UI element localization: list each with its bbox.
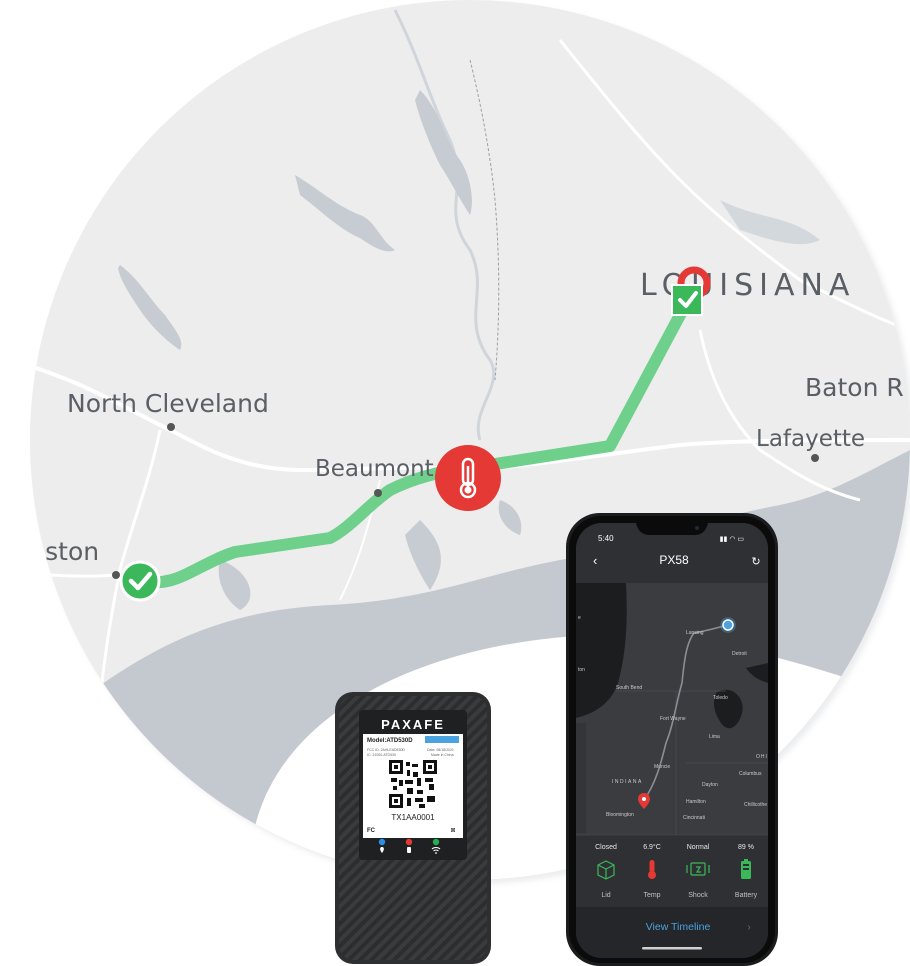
houston-dot (112, 571, 120, 579)
phone-map-label-indiana: INDIANA (612, 779, 643, 785)
stat-battery-value: 89 % (738, 844, 754, 851)
phone-map-label-edge-2: ton (578, 667, 585, 673)
device-origin: Made in China (431, 753, 454, 757)
phone-map-label-cincinnati: Cincinnati (683, 815, 705, 821)
phone-map-label-edge-1: e (578, 615, 581, 621)
smartphone: 5:40 ▮▮ ◠ ▭ ‹ PX58 ↻ Lansing Detroit Sou… (566, 513, 778, 966)
map-label-baton: Baton R (805, 373, 904, 402)
led-green (432, 838, 440, 846)
signal-icons: ▮▮ ◠ ▭ (720, 536, 744, 543)
stat-battery-label: Battery (735, 892, 758, 899)
refresh-icon[interactable]: ↻ (751, 556, 760, 568)
qr-code (389, 760, 437, 808)
origin-check-icon[interactable] (119, 560, 161, 602)
lafayette-dot (811, 454, 819, 462)
phone-map-label-lima: Lima (709, 734, 720, 740)
map-label-beaumont: Beaumont (315, 456, 434, 482)
battery-small-icon (407, 847, 411, 853)
temperature-alert-icon[interactable] (435, 445, 501, 511)
beaumont-dot (374, 489, 382, 497)
phone-map-label-hamilton: Hamilton (686, 799, 706, 805)
stat-lid-value: Closed (595, 844, 617, 851)
weee-bin-icon: ⊠ (450, 827, 455, 834)
phone-map-label-ohio: OHI (756, 754, 768, 760)
device-model: Model:ATD530D (367, 738, 413, 744)
phone-map-label-toledo: Toledo (713, 695, 728, 701)
phone-map-label-dayton: Dayton (702, 782, 718, 788)
map-label-north-cleveland: North Cleveland (67, 389, 269, 418)
north-cleveland-dot (167, 423, 175, 431)
map-label-houston: ouston (14, 537, 99, 566)
phone-map-label-bloomington: Bloomington (606, 812, 634, 818)
status-time: 5:40 (598, 534, 614, 543)
current-location-icon[interactable] (722, 619, 734, 631)
phone-map-label-muncie: Muncie (654, 764, 670, 770)
phone-map-label-columbus: Columbus (739, 771, 762, 777)
led-blue (378, 838, 386, 846)
tracker-device: PAXAFE PAXAFE Model:ATD530D FCC ID: 2AHL… (335, 692, 491, 964)
device-ic-id: IC: 21000-ATD530 (367, 753, 396, 757)
phone-map-label-chillicothe: Chillicothe (744, 802, 767, 808)
phone-map[interactable]: Lansing Detroit South Bend Toledo Fort W… (576, 583, 768, 835)
chevron-right-icon: › (747, 922, 750, 933)
back-button[interactable]: ‹ (593, 553, 597, 568)
fc-mark: FC (367, 828, 376, 834)
stat-lid-label: Lid (601, 892, 610, 899)
led-red (405, 838, 413, 846)
stat-shock-label: Shock (688, 892, 708, 899)
battery-icon (741, 859, 751, 879)
phone-map-label-lansing: Lansing (686, 630, 704, 636)
device-serial: TX1AA0001 (391, 813, 435, 822)
device-fcc-id: FCC ID: 2AHLEAD530D (367, 748, 405, 752)
stat-temp-label: Temp (643, 892, 660, 899)
view-timeline-label: View Timeline (646, 921, 711, 933)
phone-map-label-detroit: Detroit (732, 651, 747, 657)
device-date: Date: 08/18/2021 (427, 748, 454, 752)
destination-check-icon[interactable] (671, 284, 703, 316)
phone-map-label-fort-wayne: Fort Wayne (660, 716, 686, 722)
device-title: PX58 (659, 553, 689, 567)
map-label-lafayette: Lafayette (756, 426, 865, 452)
home-indicator (642, 947, 702, 950)
phone-map-label-south-bend: South Bend (616, 685, 642, 691)
device-brand-label: PAXAFE (381, 717, 445, 732)
stat-shock-value: Normal (687, 844, 710, 851)
stat-temp-value: 6.9°C (643, 843, 661, 851)
